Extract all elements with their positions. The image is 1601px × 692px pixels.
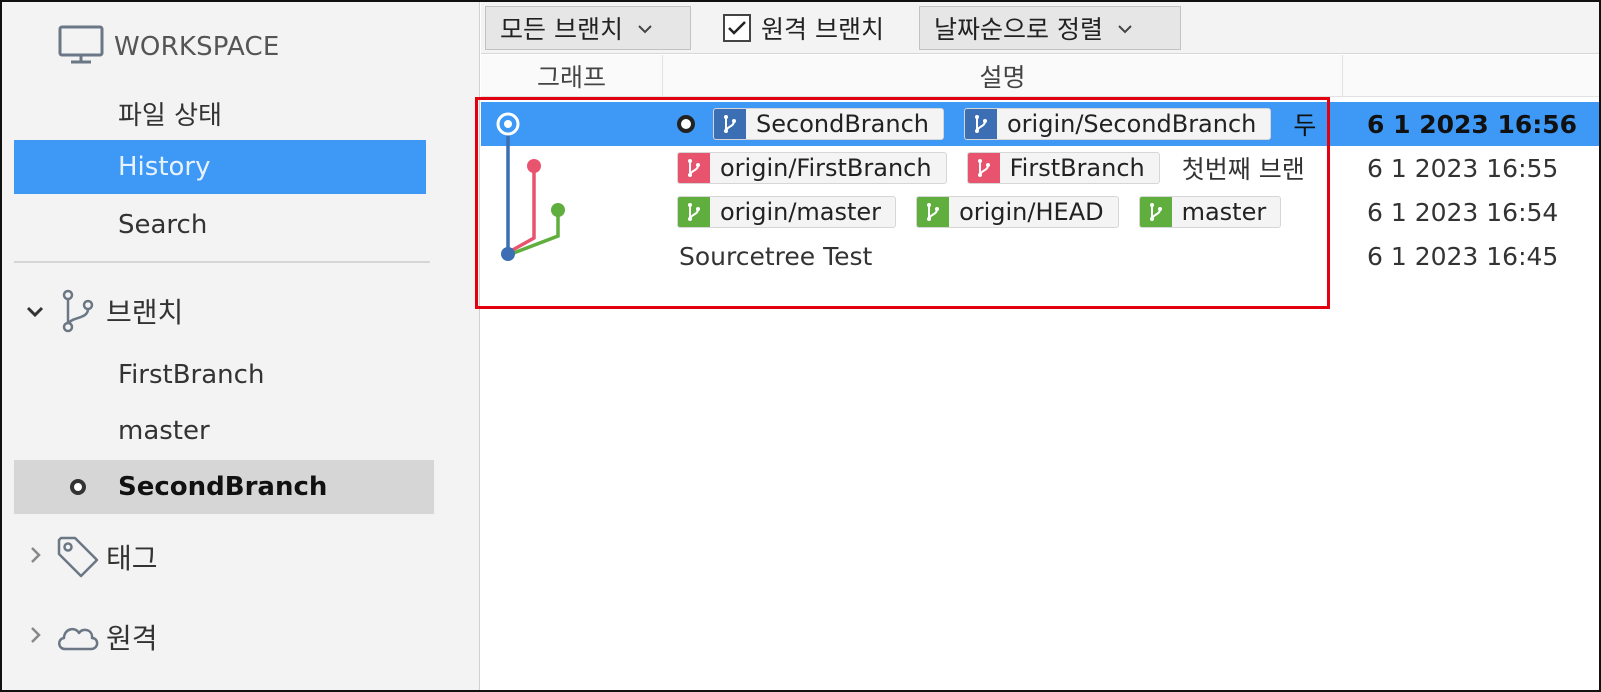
remote-branches-label: 원격 브랜치 — [761, 15, 884, 44]
sidebar-item-history[interactable]: History — [14, 140, 426, 194]
branch-ref-label: origin/FirstBranch — [720, 154, 932, 182]
column-header-label: 설명 — [979, 63, 1026, 92]
tag-icon — [50, 534, 106, 580]
branch-icon — [1139, 197, 1172, 227]
branch-label: master — [118, 416, 210, 446]
branch-ref-tag: FirstBranch — [966, 152, 1160, 184]
cloud-icon — [50, 621, 106, 653]
branch-icon — [967, 153, 1000, 183]
branch-ref-label: origin/HEAD — [959, 198, 1104, 226]
branch-label: SecondBranch — [118, 472, 328, 502]
sidebar-branch-master[interactable]: master — [14, 404, 434, 458]
toolbar: 모든 브랜치 원격 브랜치 날짜순으로 정렬 — [481, 2, 1599, 54]
branch-icon — [50, 289, 106, 333]
chevron-right-icon — [20, 543, 50, 571]
branch-ref-label: origin/SecondBranch — [1006, 110, 1257, 138]
column-header-description[interactable]: 설명 — [663, 55, 1343, 97]
branch-icon — [917, 197, 950, 227]
commit-description: origin/master origin/HEAD master — [677, 190, 1335, 234]
commit-date: 6 1 2023 16:54 — [1367, 197, 1559, 227]
commit-message: 두 — [1293, 111, 1317, 140]
commit-row[interactable]: origin/FirstBranch FirstBranch 첫번째 브랜 6 … — [481, 146, 1599, 190]
current-branch-icon — [70, 479, 86, 495]
commit-description: Sourcetree Test — [677, 234, 1335, 278]
tags-section-label: 태그 — [106, 542, 158, 575]
sidebar: WORKSPACE 파일 상태 History Search 브랜치 First… — [2, 2, 480, 690]
branch-ref-tag: origin/master — [677, 196, 897, 228]
sidebar-item-file-status[interactable]: 파일 상태 — [14, 86, 426, 140]
tags-section-header[interactable]: 태그 — [20, 530, 158, 584]
commit-list-header: 그래프 설명 — [481, 55, 1599, 97]
branch-label: FirstBranch — [118, 360, 265, 390]
commit-row[interactable]: Sourcetree Test 6 1 2023 16:45 — [481, 234, 1599, 278]
branch-ref-label: master — [1181, 198, 1267, 226]
commit-description: SecondBranch origin/SecondBranch 두 — [677, 102, 1335, 146]
branch-ref-tag: origin/SecondBranch — [963, 108, 1272, 140]
head-indicator-icon — [677, 115, 695, 133]
branches-section-header[interactable]: 브랜치 — [20, 284, 183, 338]
branch-ref-label: origin/master — [720, 198, 882, 226]
commit-message: 첫번째 브랜 — [1181, 155, 1305, 184]
commit-date: 6 1 2023 16:55 — [1367, 153, 1559, 183]
sidebar-item-label: History — [118, 152, 211, 182]
column-header-graph[interactable]: 그래프 — [481, 55, 663, 97]
sort-order-value: 날짜순으로 정렬 — [934, 15, 1103, 44]
commit-description: origin/FirstBranch FirstBranch 첫번째 브랜 — [677, 146, 1335, 190]
remotes-section-label: 원격 — [106, 622, 158, 655]
branch-filter-value: 모든 브랜치 — [500, 15, 623, 44]
branch-ref-tag: origin/HEAD — [916, 196, 1119, 228]
commit-message: Sourcetree Test — [679, 241, 873, 271]
branch-ref-label: SecondBranch — [756, 110, 929, 138]
remote-branches-checkbox[interactable]: 원격 브랜치 — [723, 10, 884, 46]
branch-icon — [964, 109, 997, 139]
sidebar-divider — [14, 261, 430, 263]
branch-filter-dropdown[interactable]: 모든 브랜치 — [485, 6, 691, 50]
sidebar-item-search[interactable]: Search — [14, 198, 426, 252]
branch-ref-tag: origin/FirstBranch — [677, 152, 947, 184]
sidebar-branch-secondbranch[interactable]: SecondBranch — [14, 460, 434, 514]
workspace-label: WORKSPACE — [114, 32, 280, 62]
sidebar-item-label: Search — [118, 210, 208, 240]
commit-row[interactable]: SecondBranch origin/SecondBranch 두 6 1 2… — [481, 102, 1599, 146]
sort-order-dropdown[interactable]: 날짜순으로 정렬 — [919, 6, 1181, 50]
chevron-right-icon — [20, 623, 50, 651]
sidebar-item-label: 파일 상태 — [118, 100, 222, 131]
branch-icon — [678, 153, 710, 183]
commit-date: 6 1 2023 16:45 — [1367, 241, 1559, 271]
branch-icon — [714, 109, 746, 139]
checkbox-checked-icon — [723, 14, 751, 42]
sidebar-branch-firstbranch[interactable]: FirstBranch — [14, 348, 434, 402]
commit-row[interactable]: origin/master origin/HEAD master 6 1 202… — [481, 190, 1599, 234]
workspace-header: WORKSPACE — [58, 24, 280, 70]
commit-date: 6 1 2023 16:56 — [1367, 109, 1578, 139]
branch-ref-label: FirstBranch — [1009, 154, 1145, 182]
chevron-down-icon — [20, 297, 50, 325]
monitor-icon — [58, 25, 104, 69]
remotes-section-header[interactable]: 원격 — [20, 610, 158, 664]
branch-icon — [678, 197, 710, 227]
branch-ref-tag: master — [1138, 196, 1282, 228]
branches-section-label: 브랜치 — [106, 296, 184, 329]
chevron-down-icon — [637, 18, 653, 39]
branch-ref-tag: SecondBranch — [713, 108, 944, 140]
chevron-down-icon — [1117, 18, 1133, 39]
column-header-label: 그래프 — [536, 63, 606, 92]
